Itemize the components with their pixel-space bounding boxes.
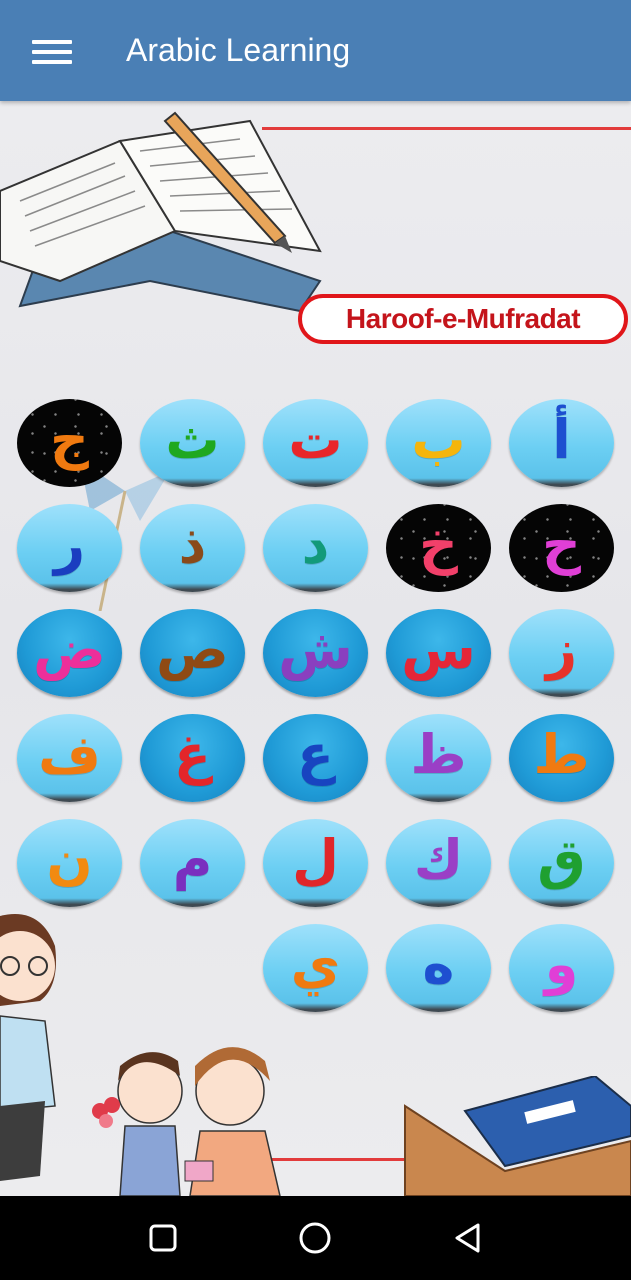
letter-glyph: ر — [53, 513, 86, 576]
letter-button[interactable]: خ — [386, 504, 491, 592]
letter-button[interactable]: ف — [17, 714, 122, 802]
letter-button[interactable]: د — [263, 504, 368, 592]
letter-glyph: ن — [46, 828, 93, 891]
app-bar: Arabic Learning — [0, 0, 631, 101]
letter-button[interactable]: و — [509, 924, 614, 1012]
letter-button[interactable]: ط — [509, 714, 614, 802]
section-banner: Haroof-e-Mufradat — [298, 294, 628, 344]
letter-glyph: ذ — [178, 513, 207, 576]
letter-glyph: ز — [545, 618, 578, 681]
letter-button[interactable]: ز — [509, 609, 614, 697]
letter-button[interactable]: س — [386, 609, 491, 697]
system-nav-bar — [0, 1196, 631, 1280]
letter-glyph: ث — [165, 408, 220, 471]
letter-button[interactable]: ظ — [386, 714, 491, 802]
letter-glyph: ص — [156, 618, 229, 681]
letter-button[interactable]: ت — [263, 399, 368, 487]
teacher-illustration — [0, 914, 56, 1181]
letter-glyph: ظ — [410, 723, 467, 786]
book-pencil-illustration — [0, 111, 322, 313]
letter-glyph: م — [172, 828, 213, 891]
banner-title: Haroof-e-Mufradat — [345, 303, 581, 334]
letter-button[interactable]: ش — [263, 609, 368, 697]
letter-button[interactable]: أ — [509, 399, 614, 487]
letter-glyph: ح — [542, 513, 581, 576]
letter-button[interactable]: م — [140, 819, 245, 907]
home-circle-icon[interactable] — [290, 1214, 340, 1262]
letter-button[interactable]: ك — [386, 819, 491, 907]
letter-glyph: ف — [38, 723, 101, 786]
letter-glyph: ه — [422, 933, 455, 996]
letter-button[interactable]: ص — [140, 609, 245, 697]
letter-glyph: و — [544, 933, 579, 996]
letter-button[interactable]: ن — [17, 819, 122, 907]
letter-button[interactable]: ح — [509, 504, 614, 592]
children-illustration — [92, 1047, 281, 1196]
main-content: Haroof-e-Mufradat ج ث ت ب أ ر ذ د خ ح ضصشس ز ف غ ع ظ ط ن م… — [0, 101, 631, 1196]
letter-button[interactable]: ذ — [140, 504, 245, 592]
letter-glyph: ب — [411, 408, 466, 471]
letter-glyph: ش — [278, 618, 353, 681]
letter-glyph: ك — [413, 828, 464, 891]
letter-button[interactable]: ع — [263, 714, 368, 802]
letter-glyph: ض — [33, 618, 106, 681]
hamburger-menu-icon[interactable] — [32, 38, 74, 66]
letter-button[interactable]: ي — [263, 924, 368, 1012]
letter-button[interactable]: ل — [263, 819, 368, 907]
letter-glyph: ل — [292, 828, 339, 891]
letter-button[interactable]: ض — [17, 609, 122, 697]
letter-glyph: ت — [288, 408, 343, 471]
letter-glyph: ط — [533, 723, 590, 786]
app-title: Arabic Learning — [126, 32, 351, 68]
letter-button[interactable]: ه — [386, 924, 491, 1012]
letter-glyph: ع — [297, 723, 334, 786]
letter-glyph: س — [401, 618, 476, 681]
letter-glyph: ج — [50, 408, 89, 471]
recents-square-icon[interactable] — [138, 1214, 188, 1262]
letter-button[interactable]: ق — [509, 819, 614, 907]
letter-button[interactable]: ب — [386, 399, 491, 487]
letter-button[interactable]: ر — [17, 504, 122, 592]
letter-glyph: د — [301, 513, 330, 576]
letter-glyph: أ — [552, 408, 571, 471]
back-triangle-icon[interactable] — [443, 1214, 493, 1262]
letter-glyph: خ — [419, 513, 458, 576]
letter-button[interactable]: ج — [17, 399, 122, 487]
letter-button[interactable]: ث — [140, 399, 245, 487]
letter-glyph: غ — [174, 723, 211, 786]
letter-button[interactable]: غ — [140, 714, 245, 802]
letter-glyph: ي — [290, 933, 341, 996]
letter-glyph: ق — [537, 828, 586, 891]
desk-book-illustration — [404, 1076, 631, 1196]
